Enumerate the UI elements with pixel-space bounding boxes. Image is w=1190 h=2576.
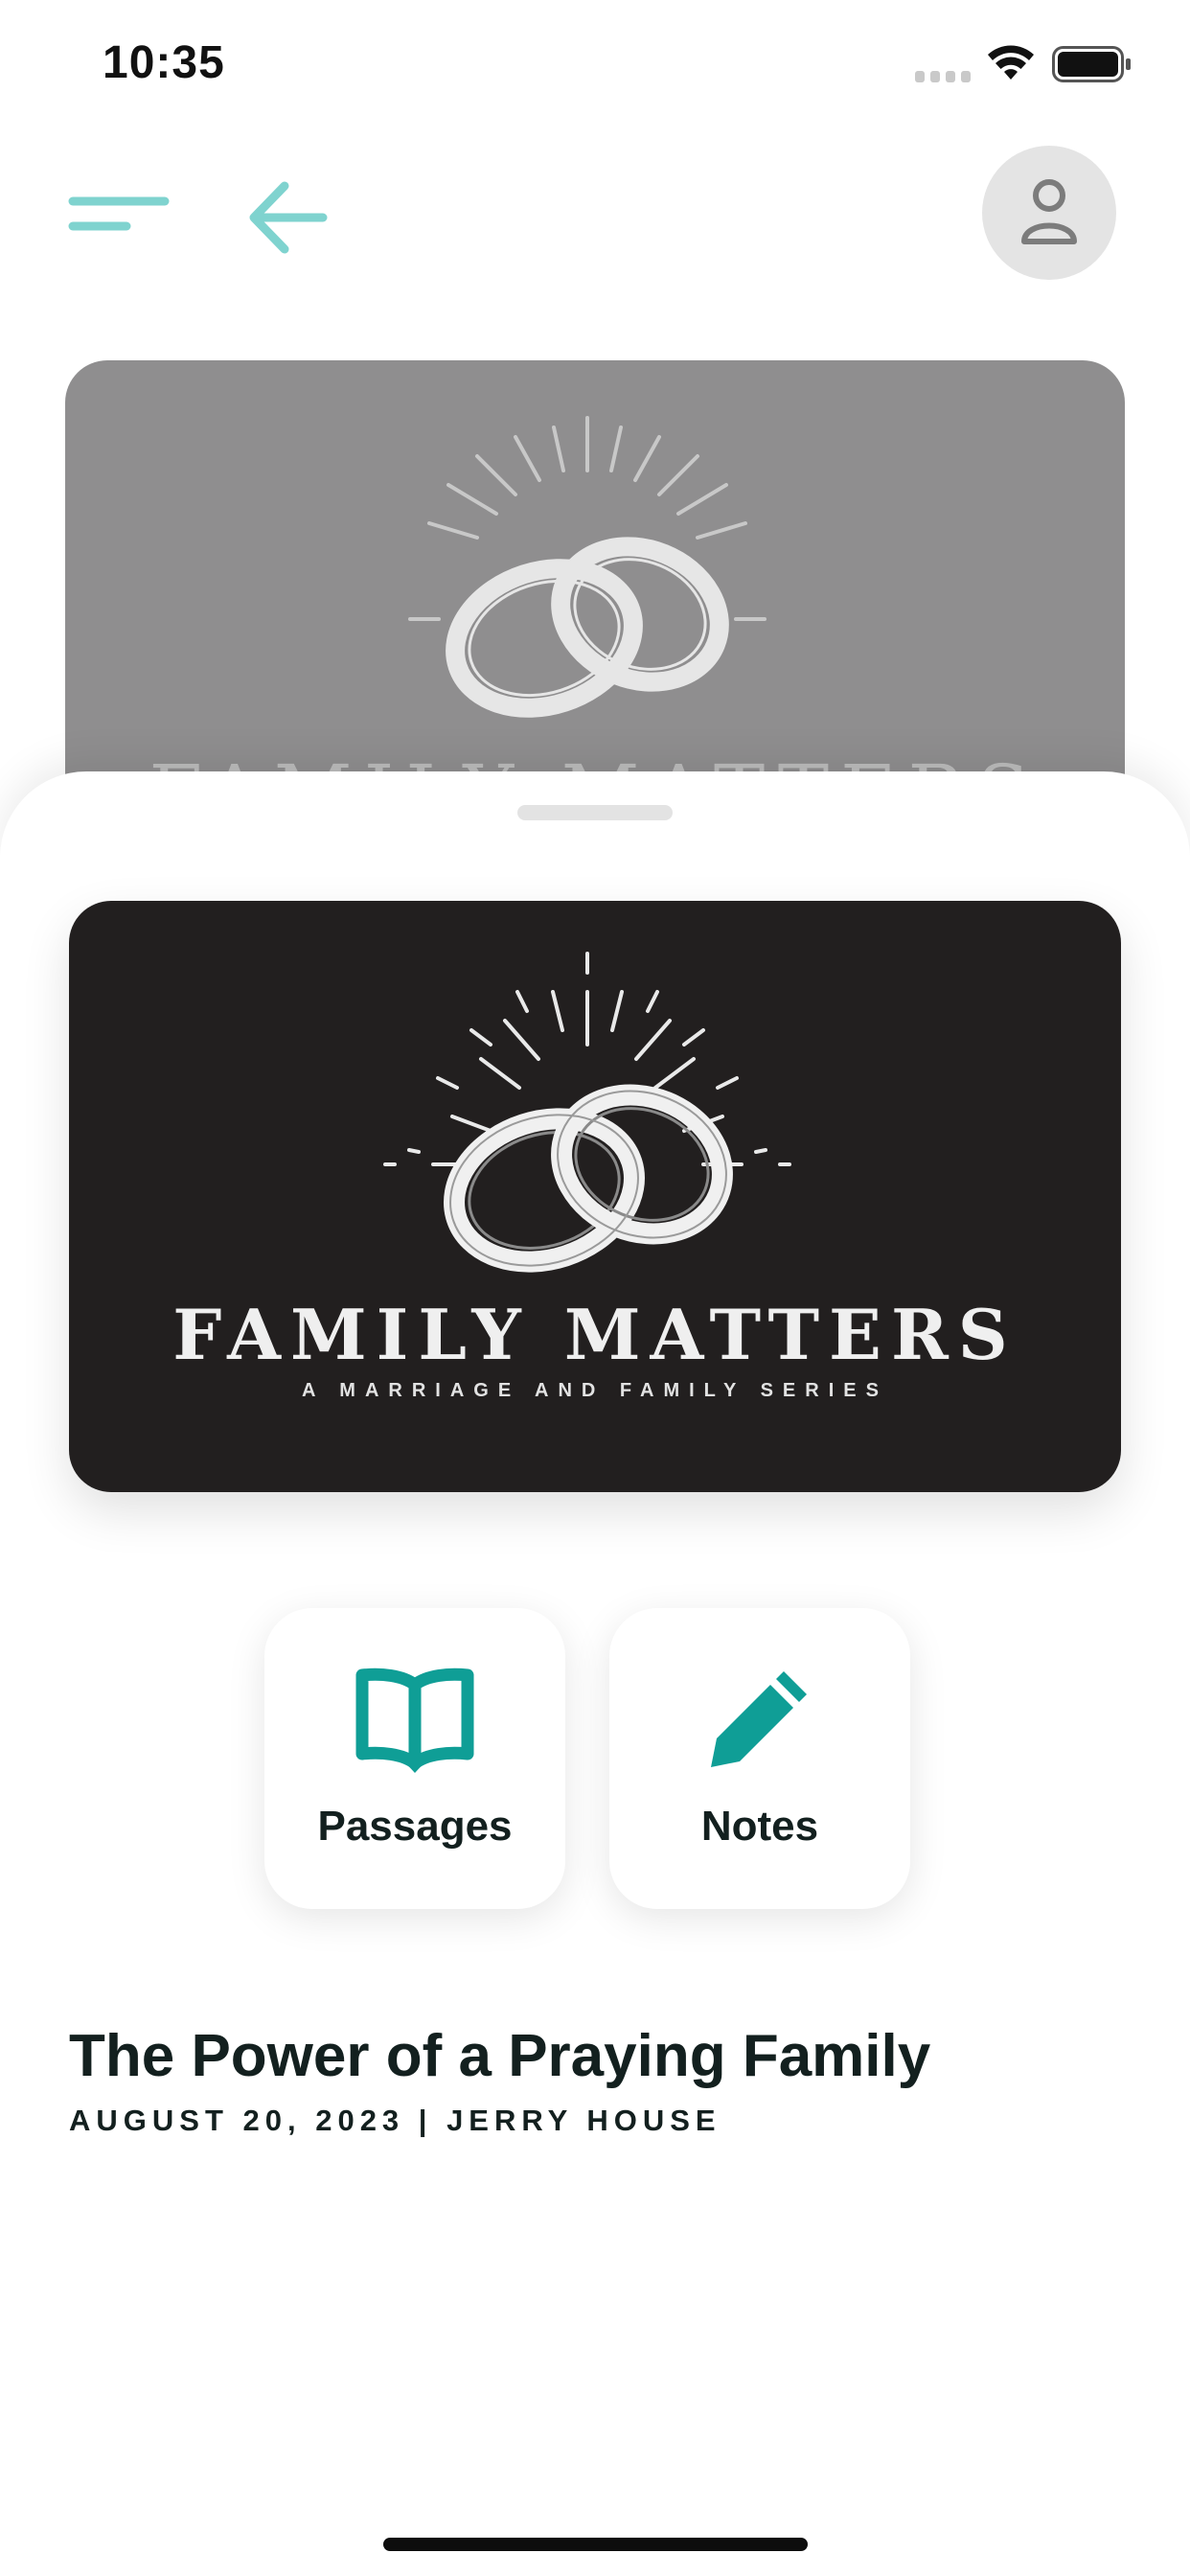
arrow-left-icon [249,181,328,254]
wifi-icon [988,45,1034,80]
menu-icon [68,196,170,231]
background-series-card: FAMILY MATTERS [65,360,1125,820]
home-indicator [383,2538,808,2551]
sermon-date-speaker: AUGUST 20, 2023 | JERRY HOUSE [69,2104,721,2137]
back-button[interactable] [244,174,331,261]
status-bar: 10:35 [0,0,1190,134]
passages-button-label: Passages [317,1803,513,1850]
series-title: FAMILY MATTERS [172,1294,1018,1375]
open-book-icon [355,1668,474,1773]
status-time: 10:35 [103,37,225,88]
sermon-detail-sheet: FAMILY MATTERS A MARRIAGE AND FAMILY SER… [0,771,1190,2576]
series-subtitle: A MARRIAGE AND FAMILY SERIES [302,1380,888,1401]
passages-button[interactable]: Passages [264,1608,565,1909]
sheet-drag-handle[interactable] [517,805,673,820]
series-artwork-card: FAMILY MATTERS A MARRIAGE AND FAMILY SER… [69,901,1121,1492]
pencil-icon [711,1671,807,1767]
profile-button[interactable] [982,146,1116,280]
battery-icon [1052,46,1131,82]
person-icon [1021,179,1077,244]
cellular-signal-icon [915,71,971,82]
menu-button[interactable] [67,182,172,249]
sermon-title: The Power of a Praying Family [69,2023,931,2089]
notes-button[interactable]: Notes [609,1608,910,1909]
top-navigation [0,134,1190,288]
wedding-rings-illustration [383,952,791,1273]
notes-button-label: Notes [700,1803,819,1850]
